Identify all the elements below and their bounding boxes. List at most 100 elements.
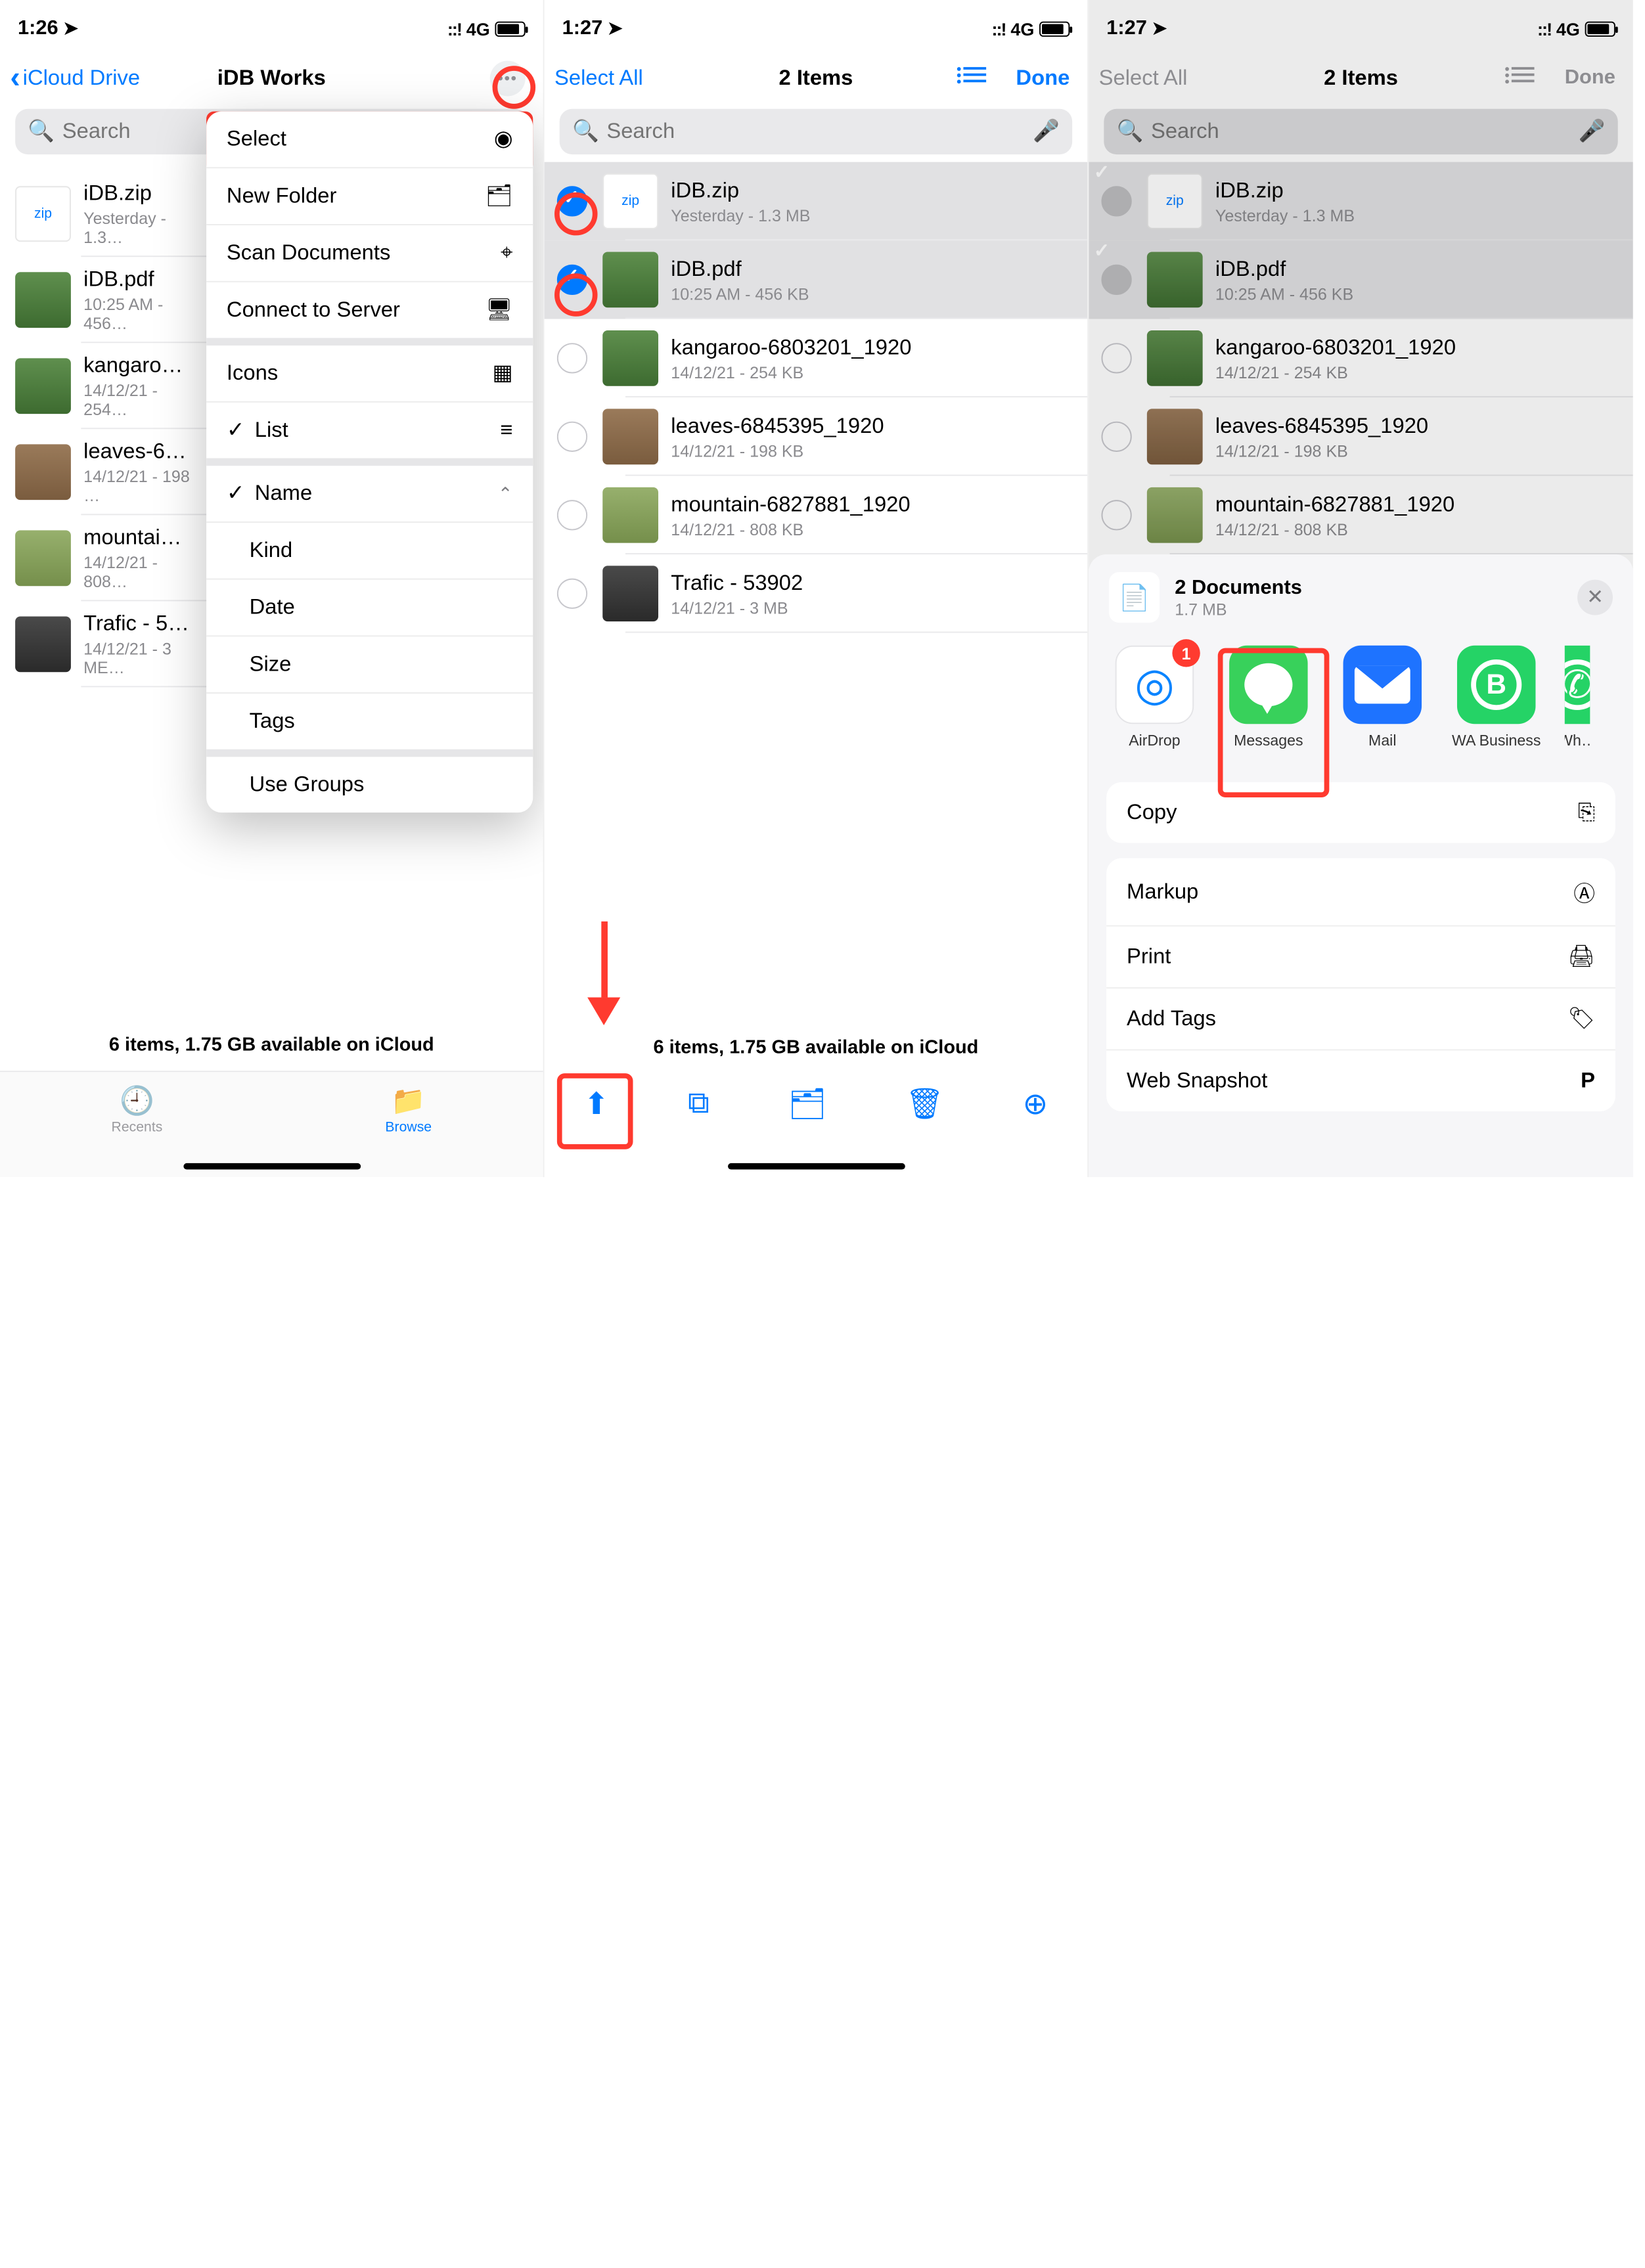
search-input[interactable] (606, 119, 1025, 145)
list-icon: ≡ (500, 418, 512, 443)
status-time: 1:26 (18, 17, 58, 40)
more-actions-button[interactable]: ⊕ (1023, 1086, 1048, 1123)
file-name: iDB.zip (83, 181, 191, 207)
menu-connect-server[interactable]: Connect to Server🖥 (206, 282, 533, 345)
file-thumbnail (602, 330, 658, 386)
move-button[interactable]: 🗂 (788, 1086, 827, 1123)
file-thumbnail: zip (602, 173, 658, 229)
share-action-web-snapshot[interactable]: Web SnapshotP (1106, 1050, 1615, 1111)
menu-scan-documents[interactable]: Scan Documents⌖ (206, 225, 533, 282)
nav-bar: ‹ iCloud Drive iDB Works ••• (0, 51, 543, 106)
done-button[interactable]: Done (1016, 66, 1070, 91)
file-name: mountain-6… (83, 525, 191, 551)
selection-checkbox[interactable] (557, 186, 587, 216)
back-label: iCloud Drive (23, 66, 140, 91)
page-title: iDB Works (217, 66, 326, 91)
menu-select[interactable]: Select◉ (206, 112, 533, 169)
share-subtitle: 1.7 MB (1175, 599, 1302, 618)
network-label: 4G (466, 18, 490, 39)
menu-size[interactable]: Size (206, 636, 533, 694)
file-meta: 10:25 AM - 456 KB (671, 284, 1070, 303)
share-title: 2 Documents (1175, 577, 1302, 600)
file-meta: 14/12/21 - 3 ME… (83, 639, 191, 677)
share-button[interactable]: ⬆︎ (583, 1086, 609, 1123)
file-thumbnail (15, 444, 71, 500)
duplicate-button[interactable]: ⧉ (688, 1086, 710, 1121)
share-app-mail[interactable]: Mail (1337, 646, 1428, 749)
menu-name[interactable]: ✓Name⌃ (206, 466, 533, 523)
more-button[interactable]: ••• (490, 60, 526, 96)
file-list: zip iDB.zip Yesterday - 1.3 MB iDB.pdf 1… (545, 162, 1088, 633)
selection-checkbox[interactable] (557, 422, 587, 452)
share-app-airdrop[interactable]: ◎1 AirDrop (1109, 646, 1200, 749)
file-row[interactable]: zip iDB.zip Yesterday - 1.3 MB (545, 162, 1088, 240)
file-meta: 14/12/21 - 3 MB (671, 598, 1070, 617)
selection-checkbox[interactable] (557, 343, 587, 373)
file-thumbnail (15, 616, 71, 672)
selection-checkbox[interactable] (557, 265, 587, 295)
file-name: mountain-6827881_1920 (671, 492, 1070, 518)
wa-business-icon: B (1471, 659, 1521, 710)
file-row[interactable]: leaves-6845395_1920 14/12/21 - 198 KB (545, 397, 1088, 476)
messages-icon (1244, 663, 1292, 707)
close-icon: ✕ (1587, 585, 1604, 610)
file-row[interactable]: Trafic - 539… 14/12/21 - 3 ME… (0, 601, 209, 687)
folder-icon: 📁 (391, 1084, 426, 1117)
file-meta: 14/12/21 - 198 KB (671, 441, 1070, 460)
battery-icon (1039, 21, 1070, 36)
menu-kind[interactable]: Kind (206, 523, 533, 580)
signal-icon: ::! (447, 18, 461, 39)
selection-checkbox[interactable] (557, 579, 587, 609)
file-row[interactable]: leaves-68… 14/12/21 - 198 … (0, 429, 209, 515)
share-app-wa-business[interactable]: B WA Business (1451, 646, 1542, 749)
search-field[interactable]: 🔍 🎤 (560, 109, 1072, 154)
selection-checkbox[interactable] (557, 500, 587, 530)
list-mode-icon[interactable] (962, 63, 985, 93)
menu-new-folder[interactable]: New Folder🗂 (206, 168, 533, 225)
share-action-add-tags[interactable]: Add Tags🏷 (1106, 989, 1615, 1050)
file-row[interactable]: iDB.pdf 10:25 AM - 456 KB (545, 240, 1088, 319)
share-action-copy[interactable]: Copy⎘ (1106, 782, 1615, 843)
clock-icon: 🕘 (120, 1084, 154, 1117)
share-apps-row: ◎1 AirDrop Messages Mail B WA Business ✆… (1089, 635, 1633, 767)
file-thumbnail (15, 530, 71, 586)
menu-tags[interactable]: Tags (206, 694, 533, 757)
select-all-button[interactable]: Select All (554, 66, 643, 91)
whatsapp-icon: ✆ (1565, 659, 1590, 710)
mic-icon[interactable]: 🎤 (1033, 119, 1060, 145)
file-meta: 14/12/21 - 808… (83, 553, 191, 591)
select-circle-icon: ◉ (494, 127, 513, 152)
close-button[interactable]: ✕ (1577, 580, 1613, 615)
file-name: iDB.zip (671, 178, 1070, 204)
trash-button[interactable]: 🗑 (905, 1086, 944, 1123)
tab-recents[interactable]: 🕘Recents (112, 1084, 163, 1135)
menu-date[interactable]: Date (206, 580, 533, 637)
file-row[interactable]: zip iDB.zip Yesterday - 1.3… (0, 171, 209, 257)
tab-browse[interactable]: 📁Browse (385, 1084, 432, 1135)
file-thumbnail (602, 409, 658, 464)
file-row[interactable]: mountain-6827881_1920 14/12/21 - 808 KB (545, 476, 1088, 554)
file-row[interactable]: kangaroo-6803201_1920 14/12/21 - 254 KB (545, 319, 1088, 397)
file-name: iDB.pdf (83, 267, 191, 293)
menu-icons[interactable]: Icons▦ (206, 345, 533, 403)
file-row[interactable]: kangaroo-6… 14/12/21 - 254… (0, 343, 209, 429)
back-button[interactable]: ‹ iCloud Drive (10, 60, 140, 96)
share-app-whatsapp[interactable]: ✆ Wh… (1565, 646, 1590, 749)
file-row[interactable]: mountain-6… 14/12/21 - 808… (0, 515, 209, 601)
file-meta: 14/12/21 - 254 KB (671, 363, 1070, 382)
nav-bar: Select All 2 Items Done (545, 51, 1088, 106)
battery-icon (495, 21, 525, 36)
server-icon: 🖥 (485, 298, 513, 323)
status-bar: 1:27➤ ::!4G (545, 0, 1088, 51)
file-row[interactable]: Trafic - 53902 14/12/21 - 3 MB (545, 554, 1088, 633)
menu-list[interactable]: ✓List≡ (206, 403, 533, 466)
file-row[interactable]: iDB.pdf 10:25 AM - 456… (0, 257, 209, 343)
signal-icon: ::! (991, 18, 1005, 39)
footer-status: 6 items, 1.75 GB available on iCloud (0, 1034, 543, 1056)
menu-use-groups[interactable]: Use Groups (206, 757, 533, 812)
share-app-messages[interactable]: Messages (1223, 646, 1314, 749)
checkmark-icon: ✓ (227, 418, 244, 443)
share-action-markup[interactable]: MarkupⒶ (1106, 858, 1615, 927)
chevron-up-icon: ⌃ (498, 483, 513, 504)
share-action-print[interactable]: Print🖨 (1106, 927, 1615, 989)
